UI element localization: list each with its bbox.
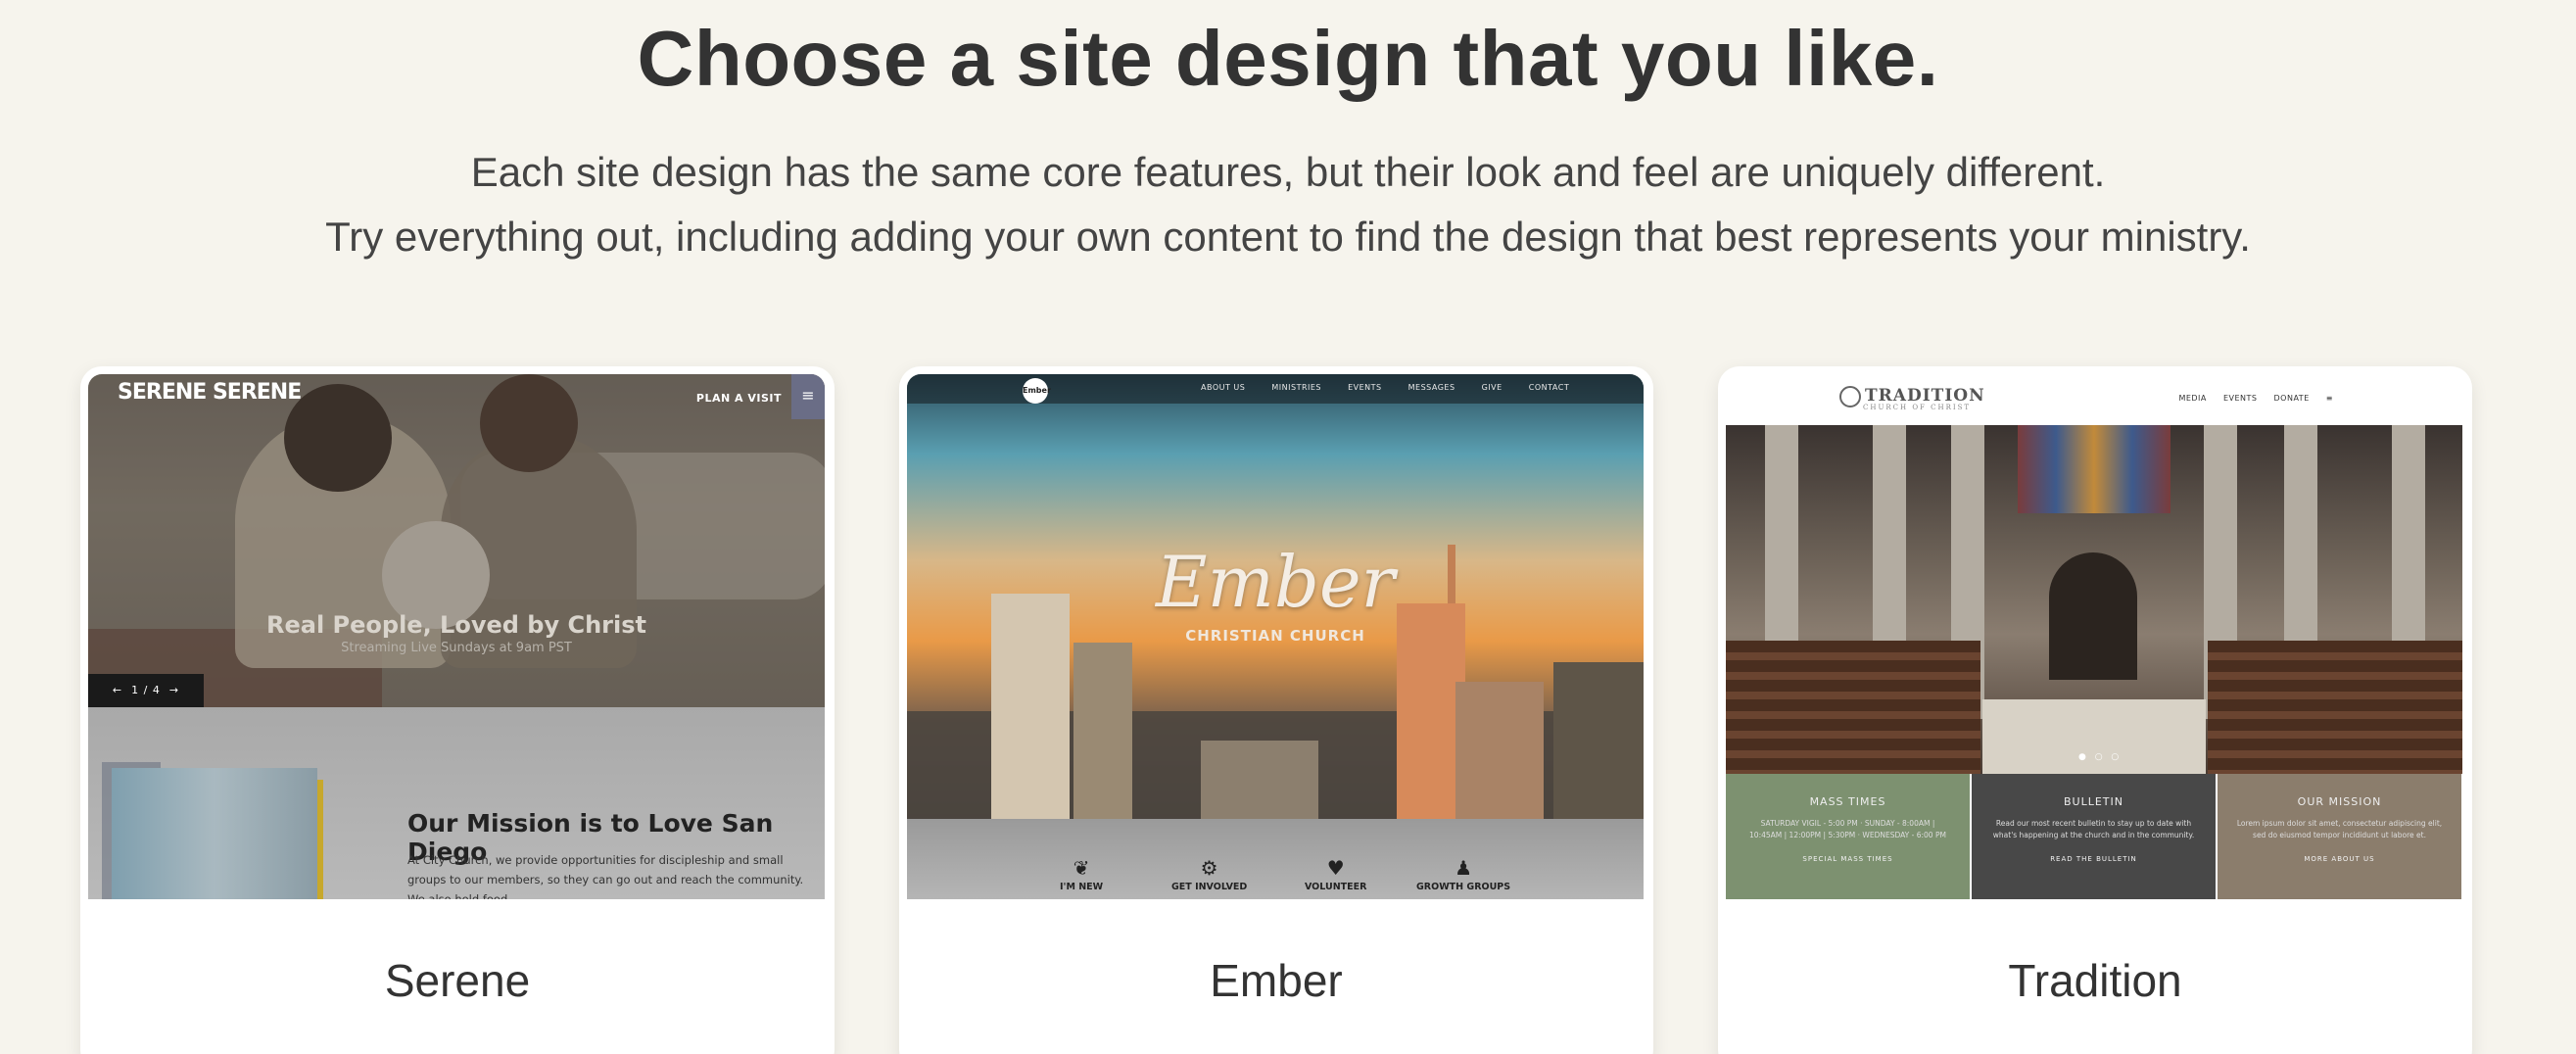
ember-quicklink: ♥ VOLUNTEER <box>1305 856 1367 892</box>
serene-hero-image: SERENE SERENE PLAN A VISIT ≡ Real People… <box>88 374 825 707</box>
design-name: Tradition <box>2008 955 2182 1006</box>
serene-subline: Streaming Live Sundays at 9am PST <box>341 641 572 655</box>
tradition-header: TRADITION CHURCH OF CHRIST MEDIA EVENTS … <box>1726 374 2462 425</box>
leaf-icon: ❦ <box>1073 856 1090 880</box>
ember-quicklink: ❦ I'M NEW <box>1060 856 1104 892</box>
ember-nav-item: MINISTRIES <box>1271 383 1322 392</box>
design-card-tradition[interactable]: TRADITION CHURCH OF CHRIST MEDIA EVENTS … <box>1718 366 2472 1054</box>
tradition-panel-mass-times: MASS TIMES SATURDAY VIGIL - 5:00 PM · SU… <box>1726 774 1970 899</box>
tradition-nav-item: MEDIA <box>2178 394 2207 403</box>
serene-mission-section: Our Mission is to Love San Diego At City… <box>88 707 825 899</box>
serene-slider-control: ← 1 / 4 → <box>88 674 204 707</box>
page-subtitle-line2: Try everything out, including adding you… <box>325 214 2251 260</box>
tradition-nav-item: DONATE <box>2273 394 2310 403</box>
tradition-preview: TRADITION CHURCH OF CHRIST MEDIA EVENTS … <box>1726 374 2462 899</box>
carousel-dots: ● ○ ○ <box>2078 752 2123 762</box>
tradition-panel-bulletin: BULLETIN Read our most recent bulletin t… <box>1972 774 2216 899</box>
heart-icon: ♥ <box>1326 856 1345 880</box>
ember-nav-item: EVENTS <box>1348 383 1382 392</box>
design-name: Ember <box>1210 955 1343 1006</box>
bicycle-icon: ⚙ <box>1200 856 1218 880</box>
serene-mission-body: At City Church, we provide opportunities… <box>407 853 804 899</box>
ember-nav-bar: Ember ABOUT US MINISTRIES EVENTS MESSAGE… <box>907 374 1644 404</box>
serene-plan-visit: PLAN A VISIT <box>695 392 782 405</box>
ember-nav-item: MESSAGES <box>1407 383 1455 392</box>
menu-icon: ≡ <box>791 374 825 419</box>
serene-logo: SERENE SERENE <box>118 380 302 405</box>
ember-preview: Ember ABOUT US MINISTRIES EVENTS MESSAGE… <box>907 374 1644 899</box>
tradition-nav-item: EVENTS <box>2222 394 2258 403</box>
ember-nav-item: ABOUT US <box>1201 383 1246 392</box>
tradition-church-image: ● ○ ○ <box>1726 425 2462 774</box>
person-icon: ♟ <box>1455 856 1473 880</box>
ember-nav-item: CONTACT <box>1528 383 1570 392</box>
serene-preview: SERENE SERENE PLAN A VISIT ≡ Real People… <box>88 374 825 899</box>
ember-quicklink: ⚙ GET INVOLVED <box>1171 856 1248 892</box>
serene-headline: Real People, Loved by Christ <box>266 611 646 639</box>
ember-logo: Ember <box>1023 378 1051 404</box>
menu-icon: ≡ <box>2325 394 2333 403</box>
ember-nav-item: GIVE <box>1481 383 1503 392</box>
design-card-serene[interactable]: SERENE SERENE PLAN A VISIT ≡ Real People… <box>80 366 835 1054</box>
tradition-panel-mission: OUR MISSION Lorem ipsum dolor sit amet, … <box>2218 774 2461 899</box>
page-subtitle-line1: Each site design has the same core featu… <box>470 149 2106 195</box>
serene-mission-photo <box>112 768 317 899</box>
arrow-left-icon: ← <box>112 684 123 696</box>
tradition-logo: TRADITION CHURCH OF CHRIST <box>1863 386 1985 411</box>
ember-title: Ember <box>1156 541 1395 623</box>
page-title: Choose a site design that you like. <box>637 15 1939 102</box>
ember-quicklink: ♟ GROWTH GROUPS <box>1416 856 1511 892</box>
arrow-right-icon: → <box>168 684 180 696</box>
ember-quicklinks: ❦ I'M NEW ⚙ GET INVOLVED ♥ VOLUNTEER ♟ GROWT… <box>907 819 1644 899</box>
design-card-ember[interactable]: Ember ABOUT US MINISTRIES EVENTS MESSAGE… <box>899 366 1653 1054</box>
ember-hero-image: Ember ABOUT US MINISTRIES EVENTS MESSAGE… <box>907 374 1644 819</box>
design-name: Serene <box>384 955 531 1006</box>
ember-subtitle: CHRISTIAN CHURCH <box>1185 627 1365 645</box>
slider-counter: 1 / 4 <box>131 684 161 696</box>
